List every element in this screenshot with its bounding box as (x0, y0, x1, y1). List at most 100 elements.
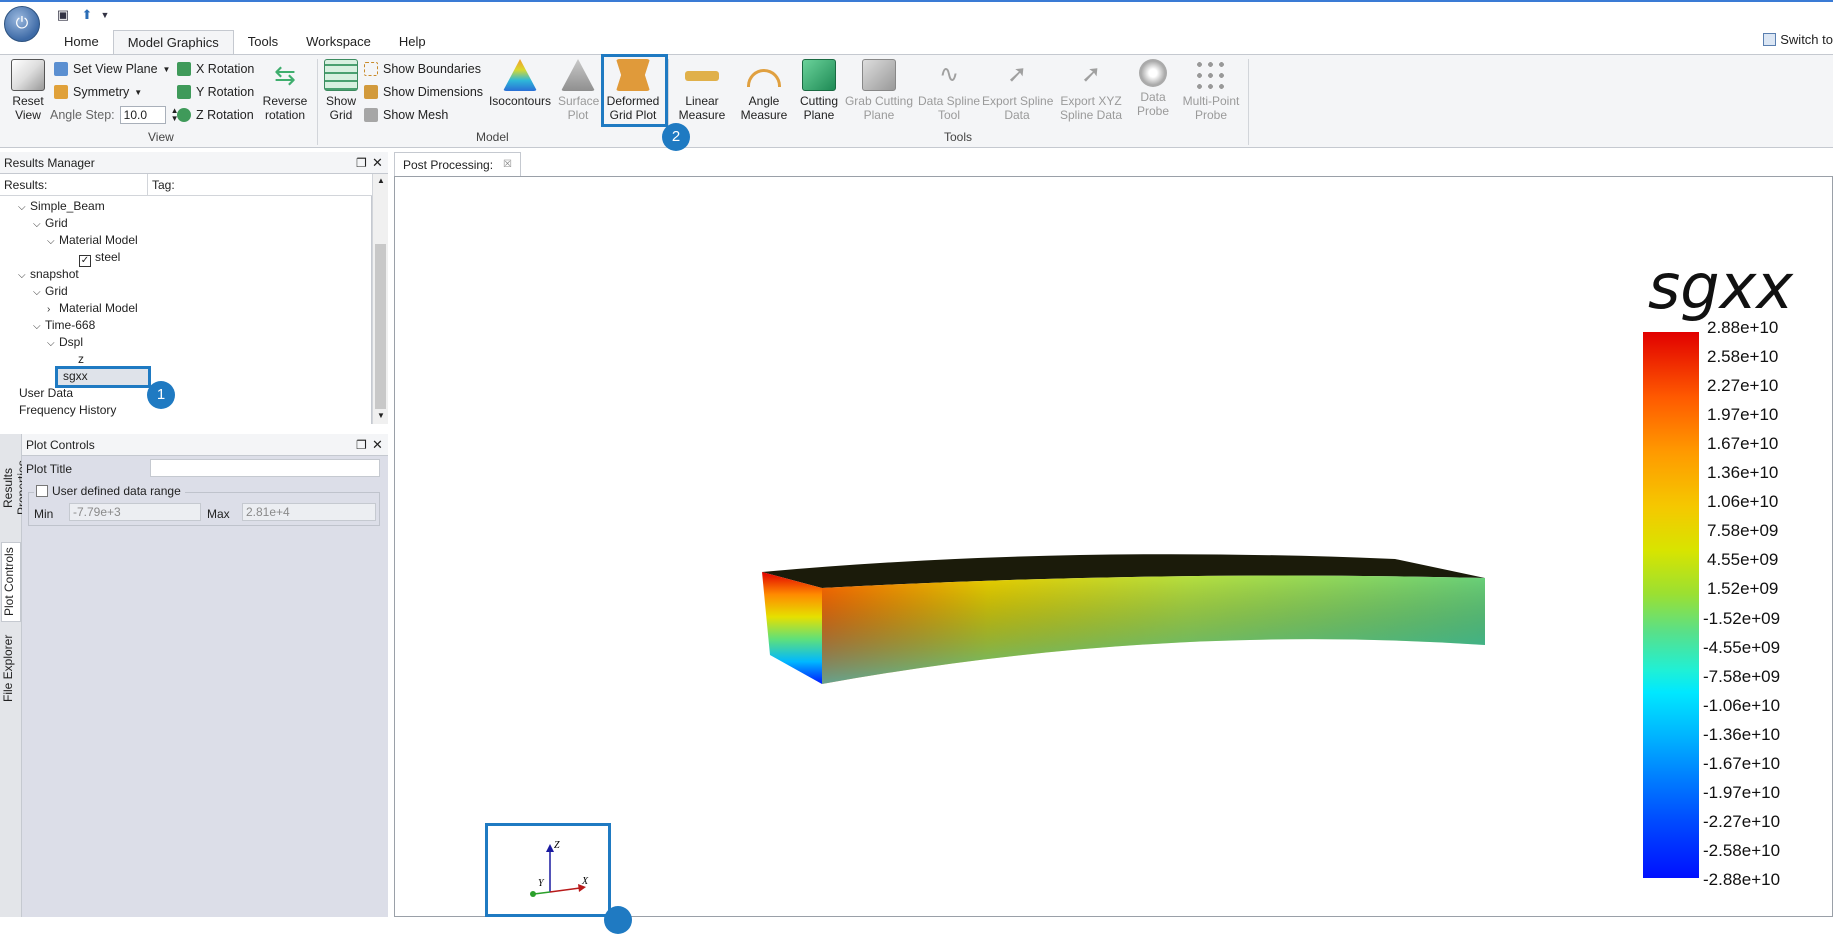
close-icon[interactable]: ✕ (372, 152, 383, 174)
axis-triad-highlight: Z Y X (485, 823, 611, 917)
close-icon[interactable]: ☒ (503, 153, 512, 177)
show-boundaries-button[interactable]: Show Boundaries (364, 59, 481, 79)
angle-step-control: Angle Step: 10.0 ▲ ▼ (50, 106, 179, 124)
show-dimensions-button[interactable]: Show Dimensions (364, 82, 483, 102)
close-icon[interactable]: ✕ (372, 434, 383, 456)
plot-controls-title: Plot Controls (26, 438, 95, 452)
legend-value: 2.58e+10 (1707, 347, 1779, 367)
surface-plot-button[interactable]: Surface Plot (558, 59, 599, 122)
linear-measure-button[interactable]: Linear Measure (676, 59, 728, 122)
min-input[interactable]: -7.79e+3 (69, 503, 201, 521)
tree-item-material-model[interactable]: › Material Model (47, 300, 138, 317)
scroll-down-icon[interactable]: ▼ (377, 411, 385, 420)
tree-item-steel[interactable]: ✓ steel (79, 249, 120, 267)
angle-measure-button[interactable]: Angle Measure (738, 59, 790, 122)
show-mesh-button[interactable]: Show Mesh (364, 105, 448, 125)
tab-post-processing[interactable]: Post Processing: ☒ (394, 152, 522, 177)
highlight-sgxx (55, 366, 151, 388)
multi-point-probe-button[interactable]: Multi-Point Probe (1178, 59, 1244, 122)
tab-home[interactable]: Home (50, 30, 113, 54)
tools-group-label: Tools (944, 130, 973, 144)
reset-view-button[interactable]: Reset View (8, 59, 48, 122)
checkbox[interactable] (36, 485, 48, 497)
isocontours-button[interactable]: Isocontours (488, 59, 552, 108)
tab-workspace[interactable]: Workspace (292, 30, 385, 54)
legend-value: -1.06e+10 (1703, 695, 1781, 715)
legend-value: -2.27e+10 (1703, 811, 1781, 831)
checkbox-steel[interactable]: ✓ (79, 255, 91, 267)
z-axis-label: Z (554, 840, 560, 851)
tab-help[interactable]: Help (385, 30, 440, 54)
reverse-rotation-button[interactable]: ⇆ Reverse rotation (262, 59, 308, 122)
legend-value: -1.52e+09 (1703, 608, 1781, 628)
plot-title-input[interactable] (150, 459, 380, 477)
max-input[interactable]: 2.81e+4 (242, 503, 376, 521)
annotation-badge-3 (604, 906, 632, 934)
z-rotation-button[interactable]: Z Rotation (177, 105, 254, 125)
multi-probe-icon (1194, 59, 1228, 91)
grab-plane-icon (862, 59, 896, 91)
beam-model[interactable] (760, 545, 1490, 690)
power-icon[interactable]: ⏻ (4, 6, 40, 42)
mesh-icon (364, 108, 378, 122)
float-icon[interactable]: ❐ (356, 152, 367, 174)
tree-item-simple-beam[interactable]: ⌵ Simple_Beam (18, 198, 105, 215)
export-spline-icon: ➚ (1006, 61, 1028, 88)
results-scrollbar[interactable]: ▲ ▼ (372, 174, 388, 424)
x-rotation-button[interactable]: X Rotation (177, 59, 254, 79)
angle-step-input[interactable]: 10.0 (119, 106, 166, 124)
annotation-badge-2: 2 (662, 123, 690, 151)
show-grid-button[interactable]: Show Grid (324, 59, 358, 122)
tree-item-frequency-history[interactable]: Frequency History (19, 402, 116, 419)
grab-cutting-plane-button[interactable]: Grab Cutting Plane (844, 59, 914, 122)
tree-item-snapshot[interactable]: ⌵ snapshot (18, 266, 79, 283)
beam-front-shade (822, 575, 1485, 684)
user-defined-range-checkbox[interactable]: User defined data range (34, 484, 185, 498)
tree-item-grid[interactable]: ⌵ Grid (33, 283, 68, 300)
export-xyz-icon: ➚ (1080, 61, 1102, 88)
set-view-plane-button[interactable]: Set View Plane ▼ (54, 59, 170, 79)
tab-results-properties[interactable]: Results Properties (1, 442, 29, 534)
tree-item-material-model[interactable]: ⌵ Material Model (47, 232, 138, 249)
data-probe-button[interactable]: Data Probe (1130, 59, 1176, 118)
tree-item-time[interactable]: ⌵ Time-668 (33, 317, 95, 334)
float-icon[interactable]: ❐ (356, 434, 367, 456)
switch-to-button[interactable]: Switch to (1763, 32, 1833, 47)
tree-item-dspl[interactable]: ⌵ Dspl (47, 334, 83, 351)
group-divider (1248, 59, 1249, 145)
tab-tools[interactable]: Tools (234, 30, 292, 54)
legend-value: -1.97e+10 (1703, 782, 1781, 802)
export-xyz-spline-data-button[interactable]: ➚ Export XYZ Spline Data (1058, 59, 1124, 122)
cube-icon (11, 59, 45, 91)
tab-plot-controls[interactable]: Plot Controls (1, 542, 21, 622)
cutting-plane-button[interactable]: Cutting Plane (798, 59, 840, 122)
data-spline-tool-button[interactable]: ∿ Data Spline Tool (918, 59, 980, 122)
legend-value: 1.97e+10 (1707, 405, 1779, 425)
scroll-thumb[interactable] (375, 244, 386, 409)
tab-file-explorer[interactable]: File Explorer (1, 630, 21, 706)
model-group-label: Model (476, 130, 509, 144)
scroll-up-icon[interactable]: ▲ (377, 176, 385, 185)
highlight-deformed-grid (601, 54, 668, 127)
y-rotation-button[interactable]: Y Rotation (177, 82, 254, 102)
save-icon[interactable]: ▣ (54, 6, 72, 24)
chevron-down-icon[interactable]: ▼ (96, 6, 114, 24)
max-label: Max (207, 507, 230, 521)
beam-end-face (762, 572, 822, 684)
tab-model-graphics[interactable]: Model Graphics (112, 30, 234, 55)
axis-triad: Z Y X (530, 840, 589, 897)
export-icon[interactable]: ⬆ (78, 6, 96, 24)
symmetry-button[interactable]: Symmetry ▼ (54, 82, 142, 102)
tree-item-grid[interactable]: ⌵ Grid (33, 215, 68, 232)
boundaries-icon (364, 62, 378, 76)
symmetry-icon (54, 85, 68, 99)
legend-title: sgxx (1648, 250, 1794, 323)
group-divider (317, 59, 318, 145)
annotation-badge-1: 1 (147, 381, 175, 409)
export-spline-data-button[interactable]: ➚ Export Spline Data (982, 59, 1053, 122)
legend-value: -7.58e+09 (1703, 666, 1781, 686)
reverse-arrows-icon: ⇆ (274, 60, 296, 90)
legend-value: -1.67e+10 (1703, 753, 1781, 773)
results-manager-title: Results Manager (4, 156, 95, 170)
protractor-icon (747, 69, 781, 87)
